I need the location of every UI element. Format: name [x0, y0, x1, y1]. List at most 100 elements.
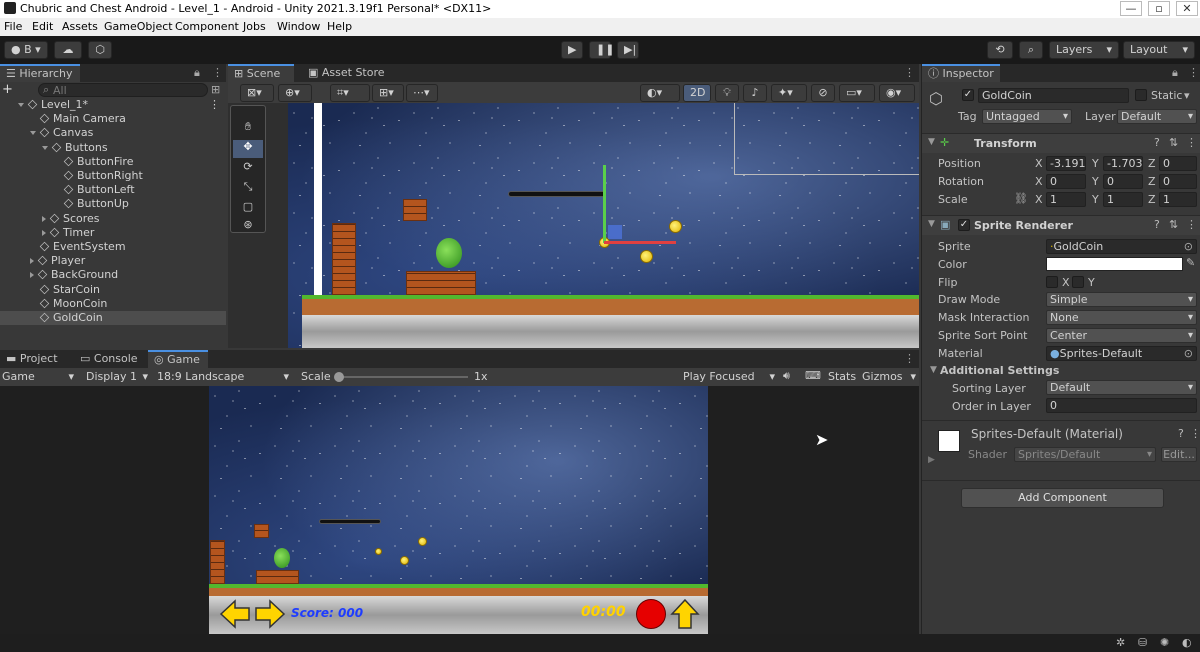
sprite-renderer-enabled-checkbox[interactable]: ✓ — [958, 219, 970, 231]
position-y-field[interactable]: -1.703 — [1103, 156, 1143, 171]
filter-icon[interactable]: ⊞ — [211, 83, 220, 96]
transform-header[interactable]: ▼ ✛ Transform ? ⇅ ⋮ — [922, 133, 1200, 153]
mute-audio-icon[interactable]: 🔊︎ — [783, 369, 790, 383]
hierarchy-item[interactable]: Timer — [0, 226, 226, 240]
scale-tool-icon[interactable]: ⤡ — [233, 180, 263, 198]
add-object-button[interactable]: + — [2, 83, 22, 97]
display-type-dropdown[interactable]: Game ▾ — [2, 370, 76, 383]
more-icon[interactable]: ⋮ — [904, 352, 915, 365]
step-button[interactable]: ▶| — [617, 41, 639, 59]
button-fire[interactable] — [636, 599, 666, 629]
scale-z-field[interactable]: 1 — [1159, 192, 1197, 207]
hierarchy-item[interactable]: ButtonLeft — [0, 183, 226, 197]
hierarchy-item[interactable]: Player — [0, 254, 226, 268]
scale-x-field[interactable]: 1 — [1046, 192, 1086, 207]
gizmos-icon[interactable]: ◉▾ — [879, 84, 915, 102]
position-x-field[interactable]: -3.191 — [1046, 156, 1086, 171]
static-checkbox[interactable] — [1135, 89, 1147, 101]
hierarchy-item[interactable]: ButtonUp — [0, 197, 226, 211]
hand-tool-icon[interactable]: ✋︎ — [233, 120, 263, 138]
lock-icon[interactable]: 🔒︎ — [194, 66, 200, 80]
gizmo-xy-plane[interactable] — [608, 225, 622, 239]
lock-icon[interactable]: 🔒︎ — [1172, 66, 1178, 80]
more-icon[interactable]: ⋮ — [1190, 427, 1200, 440]
scale-slider-track[interactable] — [338, 376, 468, 378]
collapse-arrow-icon[interactable] — [42, 229, 46, 236]
minimize-button[interactable]: — — [1120, 1, 1142, 16]
hierarchy-item[interactable]: Level_1* ⋮ — [0, 98, 226, 112]
more-icon[interactable]: ⋮ — [1186, 218, 1197, 231]
menu-help[interactable]: Help — [327, 20, 352, 33]
tab-game[interactable]: ◎ Game — [148, 350, 208, 368]
preset-icon[interactable]: ⇅ — [1169, 136, 1178, 149]
add-component-button[interactable]: Add Component — [961, 488, 1164, 508]
mask-interaction-dropdown[interactable]: None — [1046, 310, 1197, 325]
menu-jobs[interactable]: Jobs — [243, 20, 266, 33]
help-icon[interactable]: ? — [1154, 218, 1160, 231]
mode-2d-toggle[interactable]: 2D — [683, 84, 711, 102]
scene-viewport[interactable]: ✋︎ ✥ ⟳ ⤡ ▢ ⊛ — [228, 103, 919, 348]
layout-dropdown[interactable]: Layout ▾ — [1123, 41, 1195, 59]
scale-y-field[interactable]: 1 — [1103, 192, 1143, 207]
button-up-icon[interactable] — [670, 598, 700, 630]
flip-x-checkbox[interactable] — [1046, 276, 1058, 288]
scale-slider-handle[interactable] — [334, 372, 344, 382]
button-left-icon[interactable] — [219, 599, 251, 629]
draw-mode-icon[interactable]: ⊠▾ — [240, 84, 274, 102]
object-picker-icon[interactable]: ⊙ — [1184, 347, 1193, 360]
shader-dropdown[interactable]: Sprites/Default — [1014, 447, 1156, 462]
rotate-tool-icon[interactable]: ⟳ — [233, 160, 263, 178]
rotation-z-field[interactable]: 0 — [1159, 174, 1197, 189]
increment-snap-icon[interactable]: ⋯▾ — [406, 84, 438, 102]
shading-icon[interactable]: ◐▾ — [640, 84, 680, 102]
flip-y-checkbox[interactable] — [1072, 276, 1084, 288]
constrain-proportions-icon[interactable]: ⛓ — [1014, 192, 1028, 205]
collapse-arrow-icon[interactable] — [30, 272, 34, 279]
display-dropdown[interactable]: Display 1 ▾ — [86, 370, 150, 383]
collapse-arrow-icon[interactable] — [42, 215, 46, 222]
hierarchy-item[interactable]: Scores — [0, 212, 226, 226]
expand-icon[interactable]: ▶ — [928, 455, 935, 465]
transform-tool-icon[interactable]: ⊛ — [233, 218, 263, 234]
sprite-field[interactable]: ·GoldCoin ⊙ — [1046, 239, 1197, 254]
gizmos-dropdown[interactable]: Gizmos ▾ — [862, 370, 916, 383]
menu-assets[interactable]: Assets — [62, 20, 98, 33]
hierarchy-item[interactable]: StarCoin — [0, 283, 226, 297]
rotation-x-field[interactable]: 0 — [1046, 174, 1086, 189]
hierarchy-item[interactable]: ButtonFire — [0, 155, 226, 169]
expand-arrow-icon[interactable] — [42, 145, 48, 150]
menu-gameobject[interactable]: GameObject — [104, 20, 173, 33]
more-icon[interactable]: ⋮ — [209, 98, 220, 112]
more-icon[interactable]: ⋮ — [1186, 136, 1197, 149]
history-icon[interactable]: ⟲ — [987, 41, 1013, 59]
tag-dropdown[interactable]: Untagged — [982, 109, 1072, 124]
draw-mode-dropdown[interactable]: Simple — [1046, 292, 1197, 307]
lighting-icon[interactable]: ◐ — [1182, 636, 1192, 649]
menu-window[interactable]: Window — [277, 20, 320, 33]
tab-project[interactable]: ▬ Project — [0, 350, 70, 368]
rect-tool-icon[interactable]: ▢ — [233, 200, 263, 218]
moon-coin[interactable] — [640, 250, 653, 263]
cache-icon[interactable]: ⛁ — [1138, 636, 1147, 649]
shader-edit-button[interactable]: Edit... — [1161, 447, 1197, 462]
maximize-button[interactable]: ▫ — [1148, 1, 1170, 16]
aspect-dropdown[interactable]: 18:9 Landscape ▾ — [157, 370, 291, 383]
player-sprite[interactable] — [436, 238, 462, 268]
move-tool-icon[interactable]: ✥ — [233, 140, 263, 158]
hierarchy-search-input[interactable]: ⌕ All — [38, 83, 208, 97]
eyedropper-icon[interactable]: ✎ — [1186, 256, 1195, 269]
star-coin[interactable] — [669, 220, 682, 233]
tab-inspector[interactable]: ⓘ Inspector — [922, 64, 1000, 82]
collapse-icon[interactable]: ▼ — [930, 365, 937, 375]
gizmo-y-axis[interactable] — [603, 165, 606, 243]
account-button[interactable]: ● B ▾ — [4, 41, 48, 59]
visibility-icon[interactable]: ⊘ — [811, 84, 835, 102]
more-icon[interactable]: ⋮ — [212, 66, 223, 79]
menu-edit[interactable]: Edit — [32, 20, 53, 33]
hierarchy-item[interactable]: Canvas — [0, 126, 226, 140]
tab-asset-store[interactable]: ▣ Asset Store — [302, 64, 392, 82]
globe-icon[interactable]: ⊕▾ — [278, 84, 312, 102]
help-icon[interactable]: ? — [1154, 136, 1160, 149]
progress-icon[interactable]: ✺ — [1160, 636, 1169, 649]
hierarchy-item[interactable]: ButtonRight — [0, 169, 226, 183]
